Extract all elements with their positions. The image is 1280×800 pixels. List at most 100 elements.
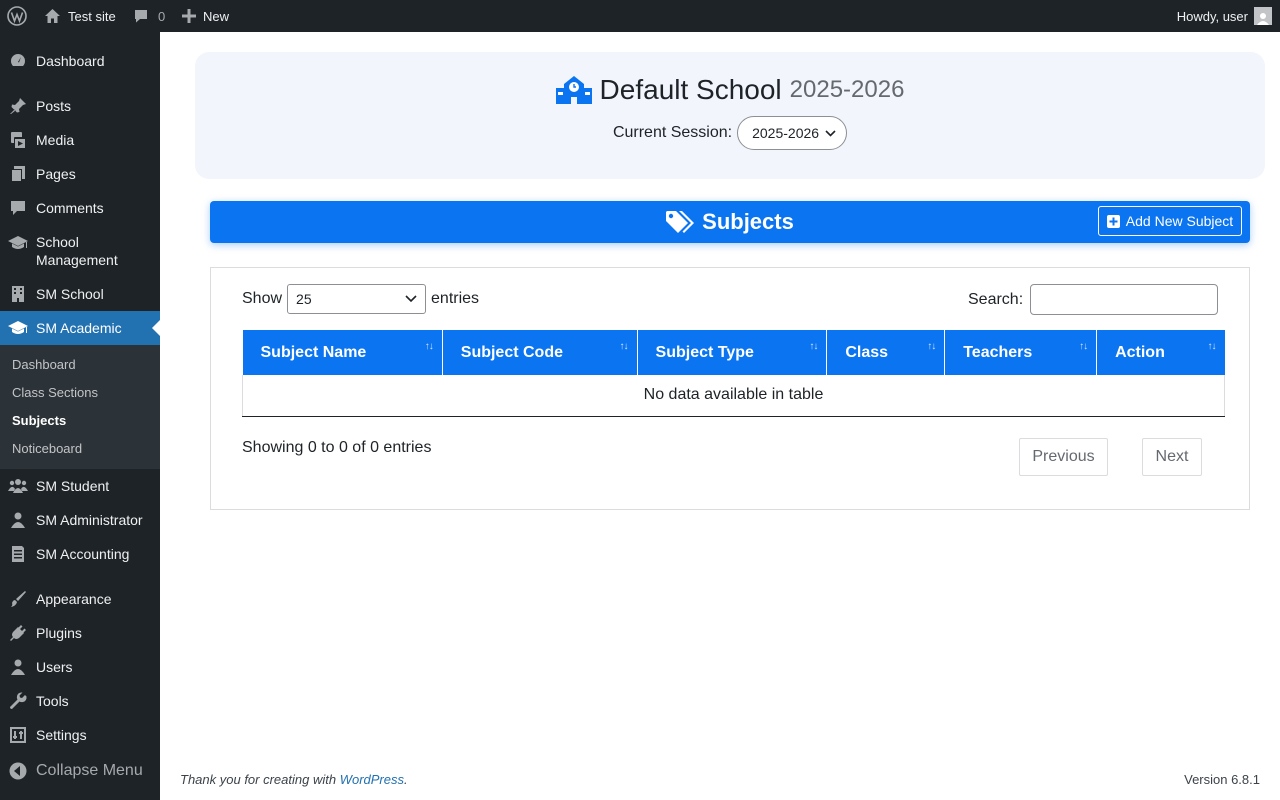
- table-info: Showing 0 to 0 of 0 entries: [242, 439, 432, 456]
- sidebar-item-sm-academic[interactable]: SM Academic: [0, 311, 160, 345]
- previous-page-button[interactable]: Previous: [1019, 438, 1108, 476]
- session-select-value: 2025-2026: [752, 125, 820, 141]
- graduation-cap-icon: [8, 318, 28, 338]
- table-header-row: Subject Name ↑↓ Subject Code ↑↓ Subject Ty…: [242, 330, 1225, 375]
- sidebar-item-comments[interactable]: Comments: [0, 196, 160, 220]
- page-length-select[interactable]: 25: [287, 284, 427, 314]
- sort-icon: ↑↓: [927, 341, 936, 352]
- plus-icon: [182, 9, 196, 23]
- media-icon: [8, 130, 28, 150]
- site-name: Test site: [68, 8, 116, 24]
- ledger-icon: [8, 544, 28, 564]
- sidebar-item-label: Pages: [36, 166, 76, 182]
- sidebar-item-plugins[interactable]: Plugins: [0, 621, 160, 645]
- sidebar-item-label: SM Accounting: [36, 546, 130, 562]
- new-content-link[interactable]: New: [182, 0, 229, 32]
- search-input[interactable]: [1030, 284, 1219, 315]
- session-select[interactable]: 2025-2026: [737, 116, 848, 150]
- admin-sidebar: Dashboard Posts Media Pages Comments Sch…: [0, 32, 160, 800]
- sidebar-item-tools[interactable]: Tools: [0, 689, 160, 713]
- sidebar-item-sm-accounting[interactable]: SM Accounting: [0, 542, 160, 566]
- session-row: Current Session: 2025-2026: [195, 116, 1265, 150]
- current-menu-arrow: [152, 320, 160, 336]
- wordpress-link[interactable]: WordPress: [340, 772, 404, 787]
- submenu-item-subjects[interactable]: Subjects: [12, 413, 66, 428]
- sort-icon: ↑↓: [1079, 341, 1088, 352]
- sidebar-item-sm-student[interactable]: SM Student: [0, 474, 160, 498]
- site-name-link[interactable]: Test site: [44, 0, 116, 32]
- table-search: Search:: [968, 284, 1219, 315]
- sidebar-submenu: Dashboard Class Sections Subjects Notice…: [0, 345, 160, 469]
- search-label: Search:: [968, 290, 1024, 308]
- comment-icon: [8, 198, 28, 218]
- my-account-link[interactable]: Howdy, user: [1177, 0, 1272, 32]
- school-icon: [555, 76, 592, 104]
- submenu-item-dashboard[interactable]: Dashboard: [12, 357, 76, 372]
- sidebar-item-label: SM Student: [36, 478, 110, 494]
- column-header-label: Subject Type: [655, 343, 754, 361]
- sidebar-item-label: SM Academic: [36, 320, 122, 336]
- wrench-icon: [8, 691, 28, 711]
- school-header: Default School 2025-2026 Current Session…: [195, 52, 1265, 179]
- sliders-icon: [8, 725, 28, 745]
- avatar: [1254, 7, 1272, 25]
- wordpress-logo-icon[interactable]: [7, 0, 27, 32]
- comments-count: 0: [158, 8, 166, 24]
- footer-thanks-suffix: .: [404, 772, 408, 787]
- sidebar-item-posts[interactable]: Posts: [0, 94, 160, 118]
- subjects-title: Subjects: [702, 209, 794, 234]
- sidebar-item-label: Plugins: [36, 625, 82, 641]
- sidebar-item-label: Comments: [36, 200, 104, 216]
- chevron-down-icon: [819, 129, 836, 137]
- footer-thanks-prefix: Thank you for creating with: [180, 772, 340, 787]
- show-label: Show: [242, 290, 283, 307]
- sidebar-item-label: Media: [36, 132, 75, 148]
- sidebar-item-appearance[interactable]: Appearance: [0, 587, 160, 611]
- column-header-subject-type[interactable]: Subject Type ↑↓: [637, 330, 828, 375]
- sidebar-item-sm-administrator[interactable]: SM Administrator: [0, 508, 160, 532]
- sidebar-item-sm-school[interactable]: SM School: [0, 282, 160, 306]
- sidebar-item-users[interactable]: Users: [0, 655, 160, 679]
- building-icon: [8, 284, 28, 304]
- column-header-class[interactable]: Class ↑↓: [826, 330, 946, 375]
- page-title: Default School 2025-2026: [195, 74, 1265, 106]
- page-length-control: Show 25 entries: [242, 284, 479, 314]
- page-length-value: 25: [296, 291, 312, 307]
- column-header-label: Class: [845, 343, 889, 361]
- sidebar-item-label: SM School: [36, 286, 104, 302]
- sidebar-item-label: Posts: [36, 98, 72, 114]
- user-icon: [8, 657, 28, 677]
- sidebar-item-pages[interactable]: Pages: [0, 162, 160, 186]
- admin-user-icon: [8, 510, 28, 530]
- collapse-menu-button[interactable]: Collapse Menu: [0, 759, 160, 783]
- pin-icon: [8, 96, 28, 116]
- howdy-text: Howdy, user: [1176, 8, 1248, 24]
- subjects-header-bar: Subjects Add New Subject: [210, 201, 1250, 243]
- column-header-action[interactable]: Action ↑↓: [1096, 330, 1225, 375]
- next-page-button[interactable]: Next: [1142, 438, 1202, 476]
- submenu-item-class-sections[interactable]: Class Sections: [12, 385, 98, 400]
- entries-label: entries: [431, 290, 480, 307]
- submenu-item-noticeboard[interactable]: Noticeboard: [12, 441, 82, 456]
- sidebar-item-label: Tools: [36, 693, 69, 709]
- column-header-label: Subject Name: [260, 343, 367, 361]
- add-new-subject-label: Add New Subject: [1125, 213, 1234, 229]
- sidebar-item-settings[interactable]: Settings: [0, 723, 160, 747]
- sidebar-item-dashboard[interactable]: Dashboard: [0, 49, 160, 73]
- collapse-menu-label: Collapse Menu: [36, 762, 143, 779]
- plus-square-icon: [1106, 214, 1126, 228]
- sidebar-item-media[interactable]: Media: [0, 128, 160, 152]
- users-icon: [8, 476, 28, 496]
- footer-version: Version 6.8.1: [1184, 772, 1260, 787]
- sidebar-item-label: Appearance: [36, 591, 112, 607]
- column-header-subject-code[interactable]: Subject Code ↑↓: [442, 330, 638, 375]
- add-new-subject-button[interactable]: Add New Subject: [1098, 206, 1242, 236]
- footer-thanks: Thank you for creating with WordPress.: [180, 772, 408, 787]
- session-label: Current Session:: [612, 124, 733, 141]
- comments-link[interactable]: 0: [133, 0, 165, 32]
- sidebar-item-school-management[interactable]: School Management: [0, 232, 160, 270]
- home-icon: [44, 8, 61, 24]
- plug-icon: [8, 623, 28, 643]
- column-header-teachers[interactable]: Teachers ↑↓: [944, 330, 1098, 375]
- column-header-subject-name[interactable]: Subject Name ↑↓: [242, 330, 443, 375]
